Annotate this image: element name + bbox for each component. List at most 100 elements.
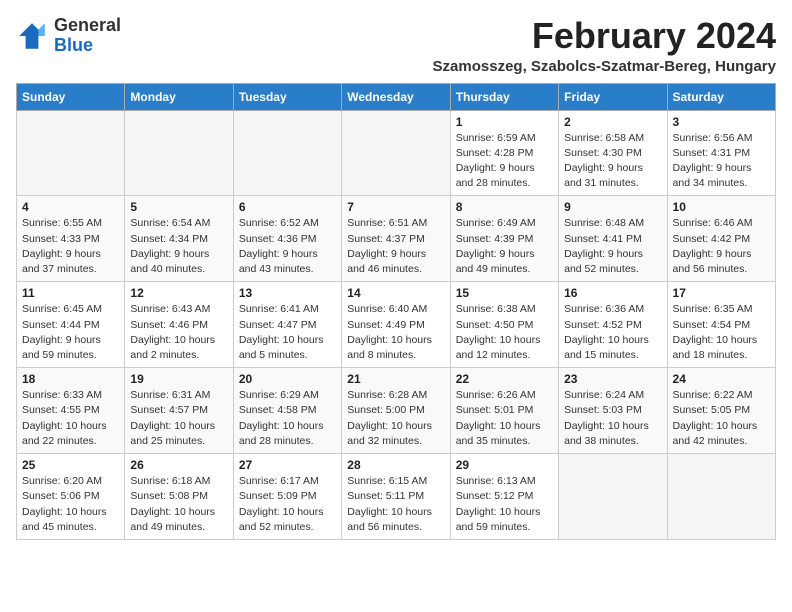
- day-number: 18: [22, 372, 119, 386]
- day-info: Sunrise: 6:15 AM Sunset: 5:11 PM Dayligh…: [347, 474, 444, 535]
- day-info: Sunrise: 6:28 AM Sunset: 5:00 PM Dayligh…: [347, 388, 444, 449]
- month-title: February 2024: [433, 16, 776, 56]
- weekday-header: Monday: [125, 83, 233, 110]
- day-info: Sunrise: 6:40 AM Sunset: 4:49 PM Dayligh…: [347, 302, 444, 363]
- calendar-cell: 25 Sunrise: 6:20 AM Sunset: 5:06 PM Dayli…: [17, 454, 125, 540]
- day-info: Sunrise: 6:24 AM Sunset: 5:03 PM Dayligh…: [564, 388, 661, 449]
- calendar-cell: 7 Sunrise: 6:51 AM Sunset: 4:37 PM Daylig…: [342, 196, 450, 282]
- day-info: Sunrise: 6:38 AM Sunset: 4:50 PM Dayligh…: [456, 302, 553, 363]
- day-info: Sunrise: 6:18 AM Sunset: 5:08 PM Dayligh…: [130, 474, 227, 535]
- calendar-cell: [233, 110, 341, 196]
- logo-icon: [16, 20, 48, 52]
- calendar-cell: 15Sunrise: 6:38 AM Sunset: 4:50 PM Dayli…: [450, 282, 558, 368]
- day-number: 19: [130, 372, 227, 386]
- calendar-cell: 29 Sunrise: 6:13 AM Sunset: 5:12 PM Dayli…: [450, 454, 558, 540]
- calendar-week-row: 4 Sunrise: 6:55 AM Sunset: 4:33 PM Daylig…: [17, 196, 776, 282]
- calendar-cell: 2 Sunrise: 6:58 AM Sunset: 4:30 PM Daylig…: [559, 110, 667, 196]
- day-info: Sunrise: 6:29 AM Sunset: 4:58 PM Dayligh…: [239, 388, 336, 449]
- calendar-cell: 8Sunrise: 6:49 AM Sunset: 4:39 PM Daylig…: [450, 196, 558, 282]
- weekday-header: Tuesday: [233, 83, 341, 110]
- day-number: 17: [673, 286, 770, 300]
- day-info: Sunrise: 6:43 AM Sunset: 4:46 PM Dayligh…: [130, 302, 227, 363]
- calendar-cell: 11 Sunrise: 6:45 AM Sunset: 4:44 PM Dayli…: [17, 282, 125, 368]
- day-number: 25: [22, 458, 119, 472]
- day-number: 12: [130, 286, 227, 300]
- calendar-cell: 17Sunrise: 6:35 AM Sunset: 4:54 PM Dayli…: [667, 282, 775, 368]
- day-info: Sunrise: 6:48 AM Sunset: 4:41 PM Dayligh…: [564, 216, 661, 277]
- page-header: General Blue February 2024 Szamosszeg, S…: [16, 16, 776, 75]
- weekday-header: Thursday: [450, 83, 558, 110]
- calendar-cell: [125, 110, 233, 196]
- calendar-cell: 26 Sunrise: 6:18 AM Sunset: 5:08 PM Dayli…: [125, 454, 233, 540]
- calendar-cell: 16Sunrise: 6:36 AM Sunset: 4:52 PM Dayli…: [559, 282, 667, 368]
- day-info: Sunrise: 6:59 AM Sunset: 4:28 PM Dayligh…: [456, 131, 553, 192]
- calendar-cell: [342, 110, 450, 196]
- title-block: February 2024 Szamosszeg, Szabolcs-Szatm…: [433, 16, 776, 75]
- day-info: Sunrise: 6:31 AM Sunset: 4:57 PM Dayligh…: [130, 388, 227, 449]
- day-number: 3: [673, 115, 770, 129]
- calendar-cell: 22 Sunrise: 6:26 AM Sunset: 5:01 PM Dayli…: [450, 368, 558, 454]
- calendar-cell: 19 Sunrise: 6:31 AM Sunset: 4:57 PM Dayli…: [125, 368, 233, 454]
- day-info: Sunrise: 6:52 AM Sunset: 4:36 PM Dayligh…: [239, 216, 336, 277]
- day-info: Sunrise: 6:58 AM Sunset: 4:30 PM Dayligh…: [564, 131, 661, 192]
- day-number: 9: [564, 200, 661, 214]
- calendar-cell: 24Sunrise: 6:22 AM Sunset: 5:05 PM Dayli…: [667, 368, 775, 454]
- calendar-cell: 5Sunrise: 6:54 AM Sunset: 4:34 PM Daylig…: [125, 196, 233, 282]
- day-info: Sunrise: 6:56 AM Sunset: 4:31 PM Dayligh…: [673, 131, 770, 192]
- calendar-cell: 13 Sunrise: 6:41 AM Sunset: 4:47 PM Dayli…: [233, 282, 341, 368]
- weekday-header: Friday: [559, 83, 667, 110]
- day-number: 20: [239, 372, 336, 386]
- day-info: Sunrise: 6:26 AM Sunset: 5:01 PM Dayligh…: [456, 388, 553, 449]
- day-number: 2: [564, 115, 661, 129]
- calendar-cell: [667, 454, 775, 540]
- weekday-header: Saturday: [667, 83, 775, 110]
- day-info: Sunrise: 6:17 AM Sunset: 5:09 PM Dayligh…: [239, 474, 336, 535]
- day-number: 26: [130, 458, 227, 472]
- calendar-cell: 21 Sunrise: 6:28 AM Sunset: 5:00 PM Dayli…: [342, 368, 450, 454]
- calendar-cell: 27Sunrise: 6:17 AM Sunset: 5:09 PM Dayli…: [233, 454, 341, 540]
- calendar-cell: 28 Sunrise: 6:15 AM Sunset: 5:11 PM Dayli…: [342, 454, 450, 540]
- day-info: Sunrise: 6:51 AM Sunset: 4:37 PM Dayligh…: [347, 216, 444, 277]
- day-number: 28: [347, 458, 444, 472]
- day-info: Sunrise: 6:45 AM Sunset: 4:44 PM Dayligh…: [22, 302, 119, 363]
- day-info: Sunrise: 6:41 AM Sunset: 4:47 PM Dayligh…: [239, 302, 336, 363]
- day-number: 6: [239, 200, 336, 214]
- day-number: 14: [347, 286, 444, 300]
- logo: General Blue: [16, 16, 121, 56]
- day-number: 7: [347, 200, 444, 214]
- day-info: Sunrise: 6:55 AM Sunset: 4:33 PM Dayligh…: [22, 216, 119, 277]
- calendar-week-row: 1 Sunrise: 6:59 AM Sunset: 4:28 PM Daylig…: [17, 110, 776, 196]
- calendar-cell: 20 Sunrise: 6:29 AM Sunset: 4:58 PM Dayli…: [233, 368, 341, 454]
- day-number: 29: [456, 458, 553, 472]
- day-number: 22: [456, 372, 553, 386]
- calendar-cell: 14 Sunrise: 6:40 AM Sunset: 4:49 PM Dayli…: [342, 282, 450, 368]
- calendar-cell: [17, 110, 125, 196]
- day-number: 4: [22, 200, 119, 214]
- day-number: 13: [239, 286, 336, 300]
- calendar-cell: 12 Sunrise: 6:43 AM Sunset: 4:46 PM Dayli…: [125, 282, 233, 368]
- location-title: Szamosszeg, Szabolcs-Szatmar-Bereg, Hung…: [433, 58, 776, 75]
- day-info: Sunrise: 6:36 AM Sunset: 4:52 PM Dayligh…: [564, 302, 661, 363]
- day-info: Sunrise: 6:49 AM Sunset: 4:39 PM Dayligh…: [456, 216, 553, 277]
- day-info: Sunrise: 6:33 AM Sunset: 4:55 PM Dayligh…: [22, 388, 119, 449]
- day-number: 1: [456, 115, 553, 129]
- day-number: 5: [130, 200, 227, 214]
- day-number: 11: [22, 286, 119, 300]
- calendar-cell: 3 Sunrise: 6:56 AM Sunset: 4:31 PM Daylig…: [667, 110, 775, 196]
- weekday-header: Wednesday: [342, 83, 450, 110]
- calendar-table: SundayMondayTuesdayWednesdayThursdayFrid…: [16, 83, 776, 540]
- calendar-cell: 18 Sunrise: 6:33 AM Sunset: 4:55 PM Dayli…: [17, 368, 125, 454]
- calendar-header-row: SundayMondayTuesdayWednesdayThursdayFrid…: [17, 83, 776, 110]
- day-number: 10: [673, 200, 770, 214]
- calendar-week-row: 18 Sunrise: 6:33 AM Sunset: 4:55 PM Dayli…: [17, 368, 776, 454]
- calendar-cell: 6 Sunrise: 6:52 AM Sunset: 4:36 PM Daylig…: [233, 196, 341, 282]
- day-info: Sunrise: 6:13 AM Sunset: 5:12 PM Dayligh…: [456, 474, 553, 535]
- day-info: Sunrise: 6:20 AM Sunset: 5:06 PM Dayligh…: [22, 474, 119, 535]
- day-number: 24: [673, 372, 770, 386]
- day-number: 21: [347, 372, 444, 386]
- logo-text: General Blue: [54, 16, 121, 56]
- calendar-cell: [559, 454, 667, 540]
- calendar-week-row: 25 Sunrise: 6:20 AM Sunset: 5:06 PM Dayli…: [17, 454, 776, 540]
- calendar-cell: 10Sunrise: 6:46 AM Sunset: 4:42 PM Dayli…: [667, 196, 775, 282]
- calendar-cell: 9 Sunrise: 6:48 AM Sunset: 4:41 PM Daylig…: [559, 196, 667, 282]
